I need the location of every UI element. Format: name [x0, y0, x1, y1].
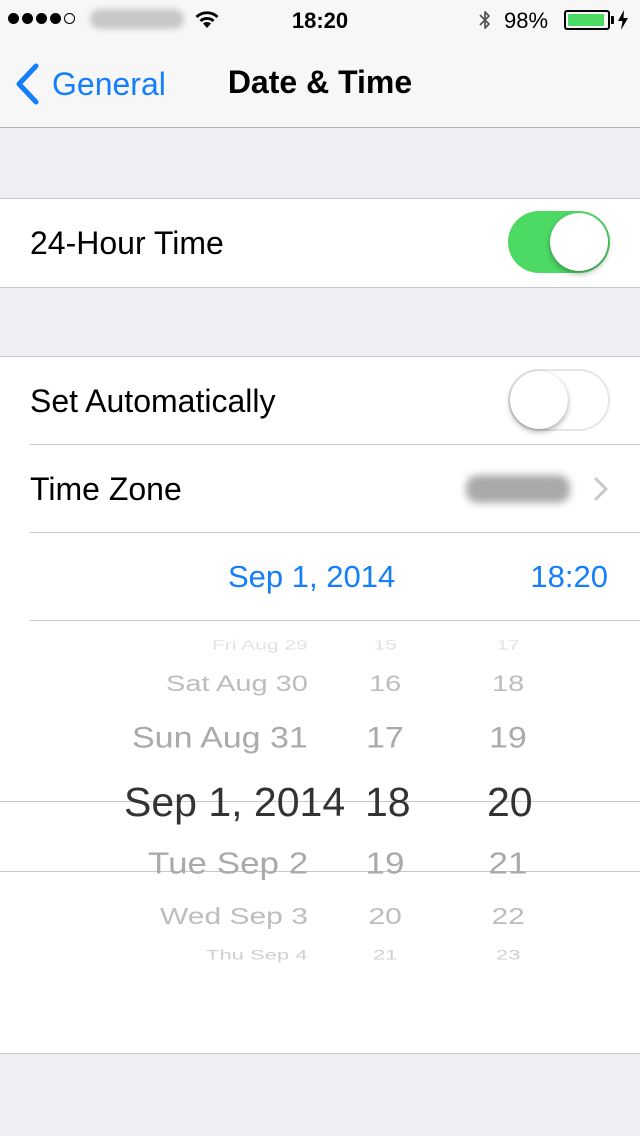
- bluetooth-icon: [477, 8, 493, 37]
- time-format-group: 24-Hour Time: [0, 198, 640, 288]
- selected-time: 18:20: [530, 559, 608, 594]
- picker-minute-selected[interactable]: 20: [487, 781, 533, 823]
- picker-date-option[interactable]: Wed Sep 3: [160, 905, 308, 929]
- picker-hour-option[interactable]: 17: [366, 723, 404, 753]
- battery-nub: [611, 16, 614, 24]
- picker-date-option[interactable]: Tue Sep 2: [148, 848, 308, 879]
- picker-minute-option[interactable]: 22: [492, 905, 525, 929]
- page-title: Date & Time: [227, 64, 413, 100]
- hour24-toggle[interactable]: [508, 211, 610, 273]
- picker-minute-option[interactable]: 21: [489, 848, 528, 879]
- picker-minute-option[interactable]: 23: [496, 948, 520, 962]
- picker-hour-option[interactable]: 20: [369, 905, 402, 929]
- hour24-row: 24-Hour Time: [0, 199, 640, 287]
- date-time-group: Set Automatically Time Zone Sep 1, 2014 …: [0, 356, 640, 1054]
- charging-bolt-icon: [617, 10, 629, 35]
- picker-hour-selected[interactable]: 18: [365, 781, 411, 823]
- datetime-row[interactable]: Sep 1, 2014 18:20: [0, 533, 640, 621]
- battery-percent: 98%: [504, 8, 549, 33]
- status-bar: 18:20 98%: [0, 0, 640, 40]
- picker-hour-option[interactable]: 19: [366, 848, 405, 879]
- time-zone-label: Time Zone: [30, 470, 182, 507]
- set-auto-toggle[interactable]: [508, 369, 610, 431]
- picker-hour-option[interactable]: 21: [373, 948, 397, 962]
- battery-icon: [564, 10, 610, 30]
- selected-date: Sep 1, 2014: [228, 559, 396, 594]
- hour24-label: 24-Hour Time: [30, 224, 224, 261]
- picker-date-option[interactable]: Thu Sep 4: [206, 948, 308, 962]
- set-auto-label: Set Automatically: [30, 382, 276, 419]
- time-zone-row[interactable]: Time Zone: [0, 445, 640, 533]
- navigation-bar: General Date & Time: [0, 40, 640, 128]
- picker-minute-option[interactable]: 19: [489, 723, 527, 753]
- picker-date-selected[interactable]: Sep 1, 2014: [124, 781, 345, 823]
- picker-hour-option[interactable]: 16: [369, 673, 401, 695]
- picker-date-option[interactable]: Sat Aug 30: [166, 673, 308, 695]
- picker-date-option[interactable]: Sun Aug 31: [132, 723, 308, 753]
- picker-fade-top: [0, 621, 640, 661]
- picker-fade-bottom: [0, 1003, 640, 1053]
- set-auto-row: Set Automatically: [0, 357, 640, 445]
- time-zone-value-redacted: [466, 475, 570, 503]
- picker-selection-bottom-line: [0, 871, 640, 872]
- chevron-right-icon: [594, 477, 608, 506]
- date-time-picker[interactable]: Fri Aug 29Sat Aug 30Sun Aug 31Sep 1, 201…: [0, 621, 640, 1053]
- picker-minute-option[interactable]: 18: [492, 673, 524, 695]
